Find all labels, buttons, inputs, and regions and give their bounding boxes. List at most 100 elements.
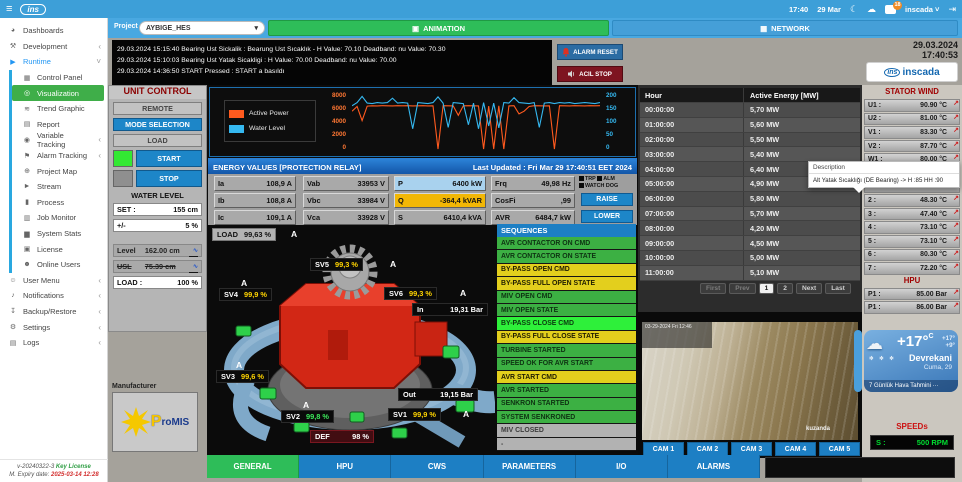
sidebar-item-dashboards[interactable]: ◕ Dashboards [0, 23, 107, 39]
status-time: 17:40:53 [921, 50, 958, 60]
sidebar-item-label: Process [37, 197, 65, 207]
trend-arrow-icon: ↗ [953, 100, 959, 107]
sidebar-item-alarm-tracking[interactable]: ⚑ Alarm Tracking ‹ [12, 148, 107, 164]
sidebar-item-development[interactable]: ⚒ Development ‹ [0, 39, 107, 55]
alarm-log[interactable]: 29.03.2024 15:15:40 Bearing Ust Sickalik… [112, 40, 552, 85]
sequence-step: MIV CLOSED [497, 424, 636, 438]
sidebar-item-runtime[interactable]: ▶ Runtime ˅ [0, 54, 107, 70]
sidebar-item-system-stats[interactable]: ▆ System Stats [12, 226, 107, 242]
stream-icon: ► [23, 183, 31, 191]
license-expiry-date: 2025-03-14 12:28 [50, 472, 99, 478]
sv4-tag: SV4 99,9 % [219, 288, 272, 301]
project-map-icon: ⊕ [24, 168, 30, 176]
water-level-setpoint[interactable]: SET : 155 cm [113, 203, 202, 216]
load-percent-readout[interactable]: LOAD : 100 % [113, 276, 202, 289]
trend-plot-area[interactable] [352, 93, 600, 151]
scroll-handle[interactable] [854, 330, 862, 392]
speaker-icon [568, 70, 575, 78]
cam-5-button[interactable]: CAM 5 [819, 442, 860, 456]
cam-2-button[interactable]: CAM 2 [687, 442, 728, 456]
meas-avr: AVR 6484,7 kW [491, 210, 575, 225]
meas-frequency: Frq 49,98 Hz [491, 176, 575, 191]
sequence-step: SYSTEM SENKRONED [497, 411, 636, 425]
raise-button[interactable]: RAISE [581, 193, 633, 206]
sidebar-item-process[interactable]: ▮ Process [12, 195, 107, 211]
level-readout: Level 162.00 cm ∿ [113, 244, 202, 258]
sv2-tag: SV2 99,8 % [281, 410, 334, 423]
alarm-reset-button[interactable]: ALARM RESET [557, 44, 623, 60]
remote-button[interactable]: REMOTE [113, 102, 202, 115]
alarm-log-line: 29.03.2024 15:10:03 Bearing Ust Yatak Si… [117, 57, 397, 64]
sidebar-item-backup-restore[interactable]: ↧ Backup/Restore ‹ [0, 304, 107, 320]
tab-hpu[interactable]: HPU [299, 455, 392, 478]
sidebar-item-license[interactable]: ▣ License [12, 241, 107, 257]
weather-forecast-link[interactable]: 7 Günlük Hava Tahmini ··· [864, 380, 958, 392]
sequences-title: SEQUENCES [497, 224, 636, 237]
network-label: NETWORK [771, 23, 810, 33]
tab-cws[interactable]: CWS [391, 455, 484, 478]
notifications-icon[interactable]: 18 [885, 0, 903, 14]
tab-general[interactable]: GENERAL [207, 455, 300, 478]
chevron-left-icon: ‹ [98, 275, 101, 285]
hamburger-menu-icon[interactable]: ≡ [6, 3, 12, 15]
logout-icon[interactable]: ⇥ [948, 4, 956, 15]
table-row: 09:00:00 4,50 MW [640, 236, 860, 251]
cam-1-button[interactable]: CAM 1 [643, 442, 684, 456]
table-row: 07:00:00 5,70 MW [640, 206, 860, 222]
trend-chart: Active Power Water Level 8000 6000 4000 … [209, 87, 636, 157]
speed-readout: S : 500 RPM [870, 435, 954, 450]
tab-alarms[interactable]: ALARMS [667, 455, 761, 478]
stop-button[interactable]: STOP [136, 170, 202, 187]
inlet-pressure-tag: In 19,31 Bar [412, 303, 488, 316]
network-button[interactable]: ▦ NETWORK [612, 20, 958, 36]
mode-selection-button[interactable]: MODE SELECTION [113, 118, 202, 131]
tab-io[interactable]: I/O [575, 455, 668, 478]
sidebar-item-user-menu[interactable]: ☺ User Menu ‹ [0, 273, 107, 289]
y2-axis-tick: 100 [606, 118, 617, 125]
table-row: 03:00:00 5,40 MW [640, 147, 860, 163]
cam-4-button[interactable]: CAM 4 [775, 442, 816, 456]
alarm-bell-icon [562, 47, 570, 57]
stator-temp-row: U2 :81.00 °C ↗ [864, 112, 960, 126]
project-select[interactable]: AYBIGE_HES ▾ [139, 21, 265, 35]
sidebar-item-stream[interactable]: ► Stream [12, 179, 107, 195]
sidebar-item-notifications[interactable]: ♪ Notifications ‹ [0, 288, 107, 304]
cloud-icon[interactable]: ☁ [867, 4, 876, 15]
sidebar-item-visualization[interactable]: ◎ Visualization [12, 85, 104, 101]
weather-city: Devrekani [908, 353, 952, 363]
sidebar-item-settings[interactable]: ⚙ Settings ‹ [0, 319, 107, 335]
sidebar-item-label: Logs [23, 338, 40, 348]
page-next-button[interactable]: Next [795, 283, 823, 294]
user-menu-dropdown[interactable]: inscada ˅ [905, 5, 939, 14]
trend-graphic-icon: ≋ [24, 105, 30, 113]
page-last-button[interactable]: Last [825, 283, 851, 294]
page-1-button[interactable]: 1 [758, 283, 775, 294]
sidebar-item-control-panel[interactable]: ▦ Control Panel [12, 70, 107, 86]
sidebar-item-job-monitor[interactable]: ▥ Job Monitor [12, 210, 107, 226]
load-mode-button[interactable]: LOAD [113, 134, 202, 147]
meas-vab: Vab 33953 V [303, 176, 389, 191]
dark-mode-moon-icon[interactable]: ☾ [850, 4, 858, 15]
sidebar-item-report[interactable]: ▤ Report [12, 117, 107, 133]
page-prev-button[interactable]: Prev [729, 283, 756, 294]
water-level-tolerance[interactable]: +/- 5 % [113, 219, 202, 232]
sidebar-item-label: Report [37, 119, 60, 129]
load-tag: LOAD 99,63 % [212, 228, 277, 241]
sidebar-item-online-users[interactable]: ☻ Online Users [12, 257, 107, 273]
sidebar-item-logs[interactable]: ▤ Logs ‹ [0, 335, 107, 351]
weather-widget[interactable]: ☁ ✻ ✻ ✻ +17°C +17° +9° Devrekani Cuma, 29… [864, 330, 958, 392]
page-2-button[interactable]: 2 [777, 283, 793, 294]
page-first-button[interactable]: First [700, 283, 727, 294]
start-button[interactable]: START [136, 150, 202, 167]
tab-parameters[interactable]: PARAMETERS [483, 455, 576, 478]
download-icon: ↧ [10, 308, 16, 316]
sidebar-item-trend-graphic[interactable]: ≋ Trend Graphic [12, 101, 107, 117]
emergency-stop-button[interactable]: ACIL STOP [557, 66, 623, 82]
cam-3-button[interactable]: CAM 3 [731, 442, 772, 456]
sidebar-item-project-map[interactable]: ⊕ Project Map [12, 163, 107, 179]
meas-reactive-power: Q -364,4 kVAR [394, 193, 486, 208]
sidebar-item-variable-tracking[interactable]: ◉ Variable Tracking ‹ [12, 131, 107, 149]
animation-button[interactable]: ▣ ANIMATION [268, 20, 609, 36]
camera-feed[interactable]: 03-29-2024 Fri 12:46 kuzanda [642, 322, 858, 440]
lower-button[interactable]: LOWER [581, 210, 633, 223]
